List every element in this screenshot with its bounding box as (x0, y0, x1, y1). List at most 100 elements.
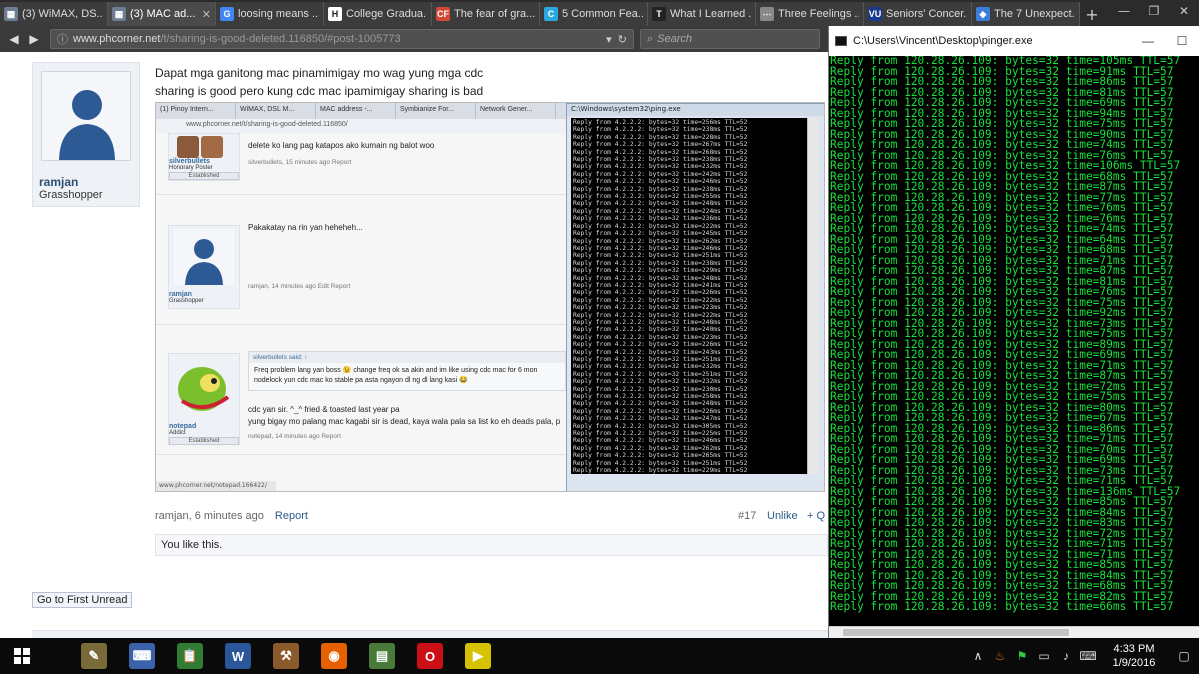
embedded-tab-1: (1) Pinoy Intern... (156, 103, 236, 119)
pinger-console-window[interactable]: C:\Users\Vincent\Desktop\pinger.exe — ☐ … (828, 26, 1199, 638)
app-3-taskbar-button[interactable]: 📋 (166, 638, 214, 674)
browser-tab-8[interactable]: ⋯ Three Feelings ... (756, 2, 864, 26)
flame-icon[interactable]: ♨ (989, 649, 1011, 663)
embedded-post-1: silverbullets Honorary Poster Establishe… (156, 133, 566, 195)
first-unread-button[interactable]: Go to First Unread (32, 592, 133, 608)
browser-tab-1[interactable]: ▦ (3) WiMAX, DS... (0, 2, 108, 26)
tab-label: (3) MAC ad... (130, 8, 196, 20)
app-9-icon: ▶ (465, 643, 491, 669)
info-icon[interactable]: ⓘ (57, 31, 68, 47)
pinger-title-bar[interactable]: C:\Users\Vincent\Desktop\pinger.exe — ☐ (829, 26, 1199, 56)
tab-favicon-icon: VU (868, 7, 882, 21)
notifications-icon[interactable]: ▢ (1169, 649, 1199, 663)
app-9-taskbar-button[interactable]: ▶ (454, 638, 502, 674)
browser-tab-4[interactable]: H College Gradua... (324, 2, 432, 26)
monitor-icon[interactable]: ▭ (1033, 649, 1055, 663)
close-icon[interactable]: ✕ (1169, 0, 1199, 22)
tab-close-icon[interactable]: ✕ (202, 8, 211, 21)
clock[interactable]: 4:33 PM 1/9/2016 (1099, 642, 1169, 670)
browser-tab-3[interactable]: Gloosing means ... (216, 2, 324, 26)
chevron-up-icon[interactable]: ∧ (967, 649, 989, 663)
embedded-post-meta-1: silverbullets, 15 minutes ago Report (248, 159, 352, 166)
embedded-post-3: notepad Addict Established silverbullets… (156, 343, 566, 455)
pinger-output: Reply from 120.28.26.109: bytes=32 time=… (829, 56, 1199, 626)
browser-tab-9[interactable]: VU Seniors' Concer... (864, 2, 972, 26)
notepad-avatar-icon (178, 367, 230, 411)
post-number[interactable]: #17 (738, 510, 756, 522)
author-name[interactable]: ramjan (39, 175, 78, 189)
browser-navbar: ◀ ▶ ⓘ www.phcorner.net /t/sharing-is-goo… (0, 26, 828, 52)
forum-page: ramjan Grasshopper Dapat mga ganitong ma… (0, 52, 828, 638)
start-button[interactable] (0, 638, 44, 674)
browser-tab-strip: ▦ (3) WiMAX, DS... ▦ (3) MAC ad... ✕ Gloosing… (0, 0, 1199, 26)
tab-label: What I Learned ... (670, 8, 751, 20)
forward-icon[interactable]: ▶ (24, 29, 44, 49)
word-taskbar-button[interactable]: W (214, 638, 262, 674)
minimize-icon[interactable]: — (1109, 0, 1139, 22)
console-horizontal-scrollbar[interactable] (829, 626, 1199, 638)
console-minimize-icon[interactable]: — (1131, 34, 1165, 48)
embedded-post-text-1: delete ko lang pag katapos ako kumain ng… (248, 141, 435, 150)
avatar[interactable] (41, 71, 131, 161)
tab-label: 5 Common Fea... (562, 8, 643, 20)
firefox-taskbar-button[interactable]: ◉ (310, 638, 358, 674)
embedded-screenshot[interactable]: (1) Pinoy Intern... WiMAX, DSL M... MAC ad… (155, 102, 825, 492)
console-maximize-icon[interactable]: ☐ (1165, 34, 1199, 48)
browser-tab-2[interactable]: ▦ (3) MAC ad... ✕ (108, 2, 216, 26)
post-footer: ramjan, 6 minutes ago Report #17 Unlike … (155, 510, 828, 522)
new-tab-button[interactable]: + (1080, 2, 1104, 26)
embedded-user-box-3: notepad Addict Established (168, 353, 240, 445)
tab-favicon-icon: ▦ (4, 7, 18, 21)
author-box: ramjan Grasshopper (32, 62, 140, 207)
post-meta-author[interactable]: ramjan, (155, 510, 192, 522)
flag-icon[interactable]: ⚑ (1011, 649, 1033, 663)
browser-tab-7[interactable]: T What I Learned ... (648, 2, 756, 26)
unlike-link[interactable]: Unlike (767, 510, 798, 522)
post-message: Dapat mga ganitong mac pinamimigay mo wa… (155, 64, 575, 100)
default-avatar-icon (59, 90, 115, 160)
url-bar[interactable]: ⓘ www.phcorner.net /t/sharing-is-good-de… (50, 29, 634, 49)
volume-icon[interactable]: ♪ (1055, 649, 1077, 663)
browser-tab-5[interactable]: CF The fear of gra... (432, 2, 540, 26)
embedded-avatar-icon (174, 229, 234, 285)
app-2-taskbar-button[interactable]: ⌨ (118, 638, 166, 674)
post-meta-time[interactable]: 6 minutes ago (195, 510, 264, 522)
search-placeholder: Search (657, 33, 693, 45)
opera-taskbar-button[interactable]: O (406, 638, 454, 674)
dropdown-icon[interactable]: ▾ ↻ (606, 33, 627, 46)
embedded-username-3: notepad (169, 423, 197, 430)
embedded-tab-5: Network Gener... (476, 103, 556, 119)
app-5-icon: ⚒ (273, 643, 299, 669)
likes-summary: You like this. (155, 534, 828, 556)
tab-favicon-icon: ▦ (112, 7, 126, 21)
silverbullets-avatar (169, 134, 239, 158)
report-link[interactable]: Report (275, 510, 308, 522)
keyboard-icon[interactable]: ⌨ (1077, 649, 1099, 663)
pinger-title: C:\Users\Vincent\Desktop\pinger.exe (853, 35, 1033, 47)
quote-link[interactable]: + Q (807, 510, 825, 522)
maximize-icon[interactable]: ❐ (1139, 0, 1169, 22)
scrollbar-thumb[interactable] (843, 629, 1069, 636)
embedded-tab-3: MAC address -... (316, 103, 396, 119)
browser-tab-6[interactable]: C 5 Common Fea... (540, 2, 648, 26)
taskbar-apps: ✎ ⌨ 📋 W ⚒ ◉ ▤ O ▶ (70, 638, 502, 674)
system-tray: ∧ ♨ ⚑ ▭ ♪ ⌨ 4:33 PM 1/9/2016 ▢ (967, 638, 1199, 674)
browser-tab-10[interactable]: ◆ The 7 Unexpect... (972, 2, 1080, 26)
embedded-user-box-2: ramjan Grasshopper (168, 225, 240, 309)
app-7-taskbar-button[interactable]: ▤ (358, 638, 406, 674)
embedded-quote: silverbullets said: ↑ Freq problem lang … (248, 351, 566, 391)
app-5-taskbar-button[interactable]: ⚒ (262, 638, 310, 674)
app-1-taskbar-button[interactable]: ✎ (70, 638, 118, 674)
embedded-username-2: ramjan (169, 291, 192, 298)
tab-favicon-icon: T (652, 7, 666, 21)
embedded-post-text-3b: yung bigay mo palang mac kagabi sir is d… (248, 417, 561, 426)
tab-label: College Gradua... (346, 8, 427, 20)
embedded-status-url: www.phcorner.net/notepad.166422/ (156, 481, 276, 491)
taskbar: ✎ ⌨ 📋 W ⚒ ◉ ▤ O ▶ ∧ ♨ ⚑ ▭ ♪ ⌨ 4:33 PM 1/9/2016 ▢ (0, 638, 1199, 674)
back-icon[interactable]: ◀ (4, 29, 24, 49)
tab-label: Three Feelings ... (778, 8, 859, 20)
page-bottom-strip (32, 630, 828, 638)
url-path: /t/sharing-is-good-deleted.116850/#post-… (160, 33, 401, 45)
search-input[interactable]: ⌕ Search (640, 29, 820, 49)
embedded-badge-1: Established (169, 172, 239, 180)
